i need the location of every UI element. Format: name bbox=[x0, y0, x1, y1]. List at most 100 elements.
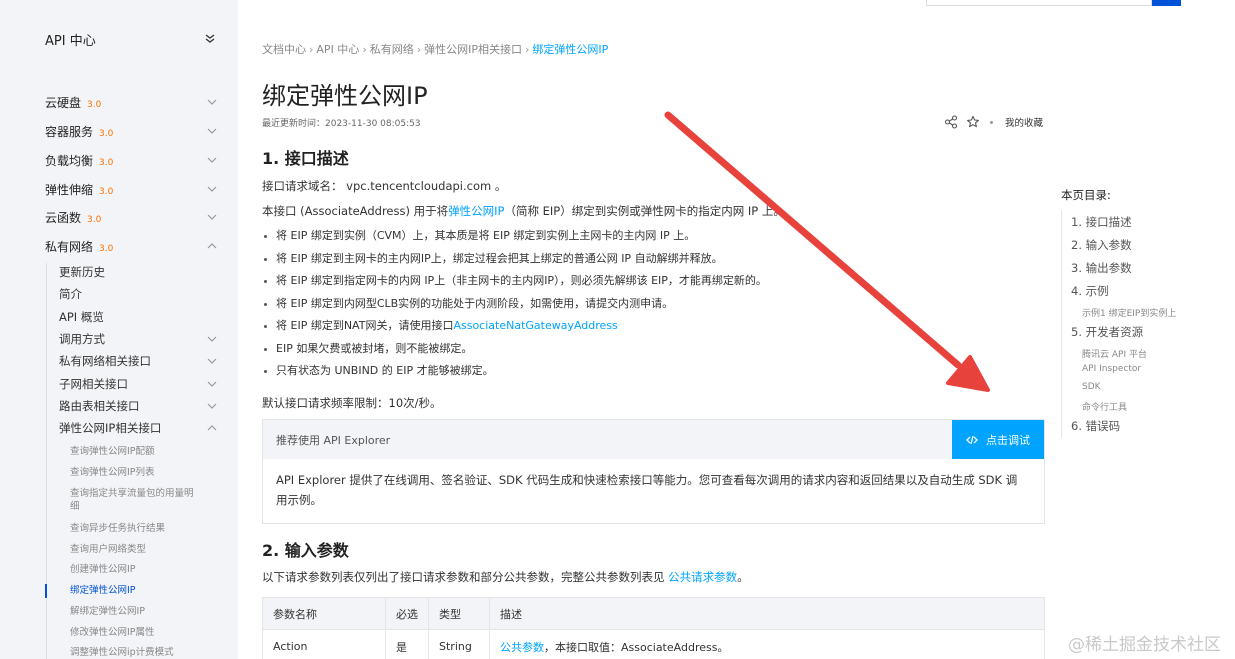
sidebar-leaf-item[interactable]: 查询指定共享流量包的用量明细 bbox=[70, 487, 200, 513]
list-item-text: 将 EIP 绑定到主网卡的主内网IP上，绑定过程会把其上绑定的普通公网 IP 自… bbox=[276, 251, 723, 265]
breadcrumb-separator: › bbox=[362, 43, 367, 56]
breadcrumb-item[interactable]: 私有网络 bbox=[370, 43, 414, 56]
sidebar-category-label: 云函数 bbox=[45, 211, 82, 225]
sidebar-leaf-item-active[interactable]: 绑定弹性公网IP bbox=[70, 584, 200, 597]
list-item: EIP 如果欠费或被封堵，则不能被绑定。 bbox=[262, 341, 1042, 364]
sidebar-leaf-item[interactable]: 查询弹性公网IP列表 bbox=[70, 466, 200, 479]
chevron-down-icon bbox=[206, 154, 218, 166]
sidebar-sub-item-label: API 概览 bbox=[59, 310, 104, 324]
toc-sub-item[interactable]: 命令行工具 bbox=[1082, 400, 1127, 413]
intro-text: 以下请求参数列表仅列出了接口请求参数和部分公共参数，完整公共参数列表见 bbox=[262, 570, 669, 584]
nat-gateway-link[interactable]: AssociateNatGatewayAddress bbox=[453, 319, 617, 332]
toc-sub-item[interactable]: API Inspector bbox=[1082, 364, 1141, 374]
sidebar-leaf-item[interactable]: 修改弹性公网IP属性 bbox=[70, 626, 200, 639]
sidebar-sub-item-label: 弹性公网IP相关接口 bbox=[59, 421, 162, 435]
list-item: 将 EIP 绑定到实例（CVM）上，其本质是将 EIP 绑定到实例上主网卡的主内… bbox=[262, 228, 1042, 251]
sidebar-sub-item[interactable]: 路由表相关接口 bbox=[59, 398, 219, 414]
toc-item[interactable]: 6. 错误码 bbox=[1071, 418, 1120, 434]
sidebar-header[interactable]: API 中心 bbox=[45, 30, 220, 49]
sidebar-sub-item-label: 私有网络相关接口 bbox=[59, 354, 151, 368]
toc-item[interactable]: 3. 输出参数 bbox=[1071, 260, 1132, 276]
param-description-text: ，本接口取值：AssociateAddress。 bbox=[544, 640, 729, 654]
column-header: 类型 bbox=[428, 597, 490, 630]
intro-paragraph: 本接口 (AssociateAddress) 用于将弹性公网IP（简称 EIP）… bbox=[262, 203, 785, 219]
code-icon bbox=[966, 435, 978, 444]
chevron-down-icon bbox=[206, 333, 218, 345]
rate-limit: 默认接口请求频率限制：10次/秒。 bbox=[262, 396, 442, 410]
chevron-up-icon bbox=[206, 240, 218, 252]
chevron-down-icon bbox=[206, 125, 218, 137]
sidebar-category[interactable]: 负载均衡 3.0 bbox=[45, 152, 220, 168]
sidebar-leaf-item[interactable]: 解绑定弹性公网IP bbox=[70, 605, 200, 618]
toc-sub-item[interactable]: 腾讯云 API 平台 bbox=[1082, 347, 1147, 360]
sidebar-sub-item[interactable]: 更新历史 bbox=[59, 264, 219, 280]
sidebar-sub-item[interactable]: 子网相关接口 bbox=[59, 376, 219, 392]
breadcrumb-item[interactable]: 弹性公网IP相关接口 bbox=[424, 43, 522, 56]
list-item-text: 只有状态为 UNBIND 的 EIP 才能够被绑定。 bbox=[276, 364, 494, 377]
chevron-down-icon bbox=[206, 211, 218, 223]
sidebar-category[interactable]: 弹性伸缩 3.0 bbox=[45, 181, 220, 197]
my-favorites-link[interactable]: 我的收藏 bbox=[1005, 115, 1043, 129]
chevron-down-icon bbox=[206, 96, 218, 108]
sidebar-title: API 中心 bbox=[45, 34, 96, 49]
param-name: Action bbox=[262, 629, 386, 659]
debug-button[interactable]: 点击调试 bbox=[952, 420, 1044, 459]
toc-item[interactable]: 1. 接口描述 bbox=[1071, 214, 1132, 230]
breadcrumb-item[interactable]: 文档中心 bbox=[262, 43, 306, 56]
sidebar-category-label: 负载均衡 bbox=[45, 154, 94, 168]
search-input[interactable] bbox=[926, 0, 1152, 6]
list-item: 将 EIP 绑定到指定网卡的内网 IP上（非主网卡的主内网IP），则必须先解绑该… bbox=[262, 273, 1042, 296]
toc-guide-line bbox=[1061, 210, 1062, 438]
version-badge: 3.0 bbox=[87, 215, 102, 225]
table-header-row: 参数名称 必选 类型 描述 bbox=[262, 597, 1045, 630]
sidebar-leaf-item[interactable]: 查询异步任务执行结果 bbox=[70, 522, 200, 535]
sidebar-leaf-item[interactable]: 创建弹性公网IP bbox=[70, 563, 200, 576]
api-explorer-header: 推荐使用 API Explorer 点击调试 bbox=[263, 420, 1044, 459]
sidebar-leaf-item[interactable]: 调整弹性公网ip计费模式 bbox=[70, 646, 200, 659]
sidebar-sub-item[interactable]: 私有网络相关接口 bbox=[59, 353, 219, 369]
eip-link[interactable]: 弹性公网IP bbox=[448, 204, 504, 218]
breadcrumb-item[interactable]: API 中心 bbox=[316, 43, 359, 56]
sidebar-sub-item-expanded[interactable]: 弹性公网IP相关接口 bbox=[59, 420, 219, 436]
sidebar-category-expanded[interactable]: 私有网络 3.0 bbox=[45, 238, 220, 254]
param-required: 是 bbox=[385, 629, 429, 659]
sidebar-sub-item[interactable]: 调用方式 bbox=[59, 331, 219, 347]
version-badge: 3.0 bbox=[87, 100, 102, 110]
api-explorer-title: 推荐使用 API Explorer bbox=[276, 434, 391, 447]
domain-label: 接口请求域名： bbox=[262, 179, 343, 193]
last-updated: 最近更新时间：2023-11-30 08:05:53 bbox=[262, 119, 421, 129]
breadcrumb-separator: › bbox=[416, 43, 422, 56]
sidebar-category[interactable]: 云硬盘 3.0 bbox=[45, 94, 220, 110]
sidebar-category[interactable]: 容器服务 3.0 bbox=[45, 123, 220, 139]
toc-item[interactable]: 5. 开发者资源 bbox=[1071, 324, 1143, 340]
page-actions: 我的收藏 bbox=[944, 114, 1043, 130]
sidebar-category[interactable]: 云函数 3.0 bbox=[45, 209, 220, 225]
toc-title: 本页目录: bbox=[1061, 188, 1111, 202]
toc-sub-item[interactable]: 示例1 绑定EIP到实例上 bbox=[1082, 306, 1176, 319]
common-params-link[interactable]: 公共请求参数 bbox=[668, 570, 737, 584]
double-chevron-down-icon[interactable] bbox=[204, 32, 216, 44]
chevron-down-icon bbox=[206, 400, 218, 412]
sidebar-sub-item-label: 路由表相关接口 bbox=[59, 399, 140, 413]
common-param-link[interactable]: 公共参数 bbox=[500, 641, 544, 654]
toc-item[interactable]: 2. 输入参数 bbox=[1071, 237, 1132, 253]
star-icon[interactable] bbox=[966, 115, 980, 129]
sidebar-category-label: 弹性伸缩 bbox=[45, 183, 94, 197]
version-badge: 3.0 bbox=[99, 244, 114, 254]
search-button[interactable] bbox=[1152, 0, 1181, 6]
param-description: 公共参数，本接口取值：AssociateAddress。 bbox=[489, 629, 1045, 659]
list-item: 将 EIP 绑定到NAT网关，请使用接口AssociateNatGatewayA… bbox=[262, 318, 1042, 341]
sidebar-sub-item[interactable]: API 概览 bbox=[59, 309, 219, 325]
sidebar-category-label: 云硬盘 bbox=[45, 96, 82, 110]
section2-intro: 以下请求参数列表仅列出了接口请求参数和部分公共参数，完整公共参数列表见 公共请求… bbox=[262, 569, 749, 585]
chevron-up-icon bbox=[206, 422, 218, 434]
sidebar-leaf-item[interactable]: 查询弹性公网IP配额 bbox=[70, 445, 200, 458]
toc-sub-item[interactable]: SDK bbox=[1082, 382, 1101, 392]
sidebar-category-label: 私有网络 bbox=[45, 240, 94, 254]
toc-item[interactable]: 4. 示例 bbox=[1071, 283, 1109, 299]
sidebar-leaf-item[interactable]: 查询用户网络类型 bbox=[70, 543, 200, 556]
share-icon[interactable] bbox=[944, 115, 958, 129]
params-table: 参数名称 必选 类型 描述 Action 是 String 公共参数，本接口取值… bbox=[262, 597, 1045, 659]
sidebar-sub-item[interactable]: 简介 bbox=[59, 286, 219, 302]
intro-text: 本接口 (AssociateAddress) 用于将 bbox=[262, 204, 449, 218]
